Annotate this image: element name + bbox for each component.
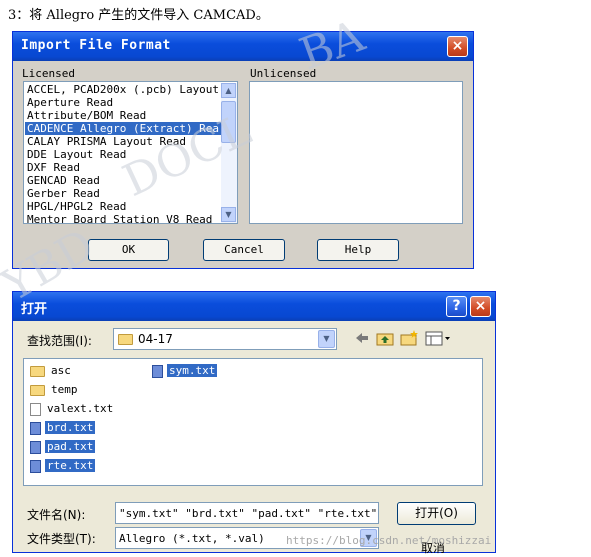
unlicensed-label: Unlicensed [250, 67, 317, 80]
file-name: valext.txt [47, 402, 114, 415]
list-item[interactable]: ACCEL, PCAD200x (.pcb) Layout [25, 83, 221, 96]
filename-input[interactable]: "sym.txt" "brd.txt" "pad.txt" "rte.txt" [115, 502, 379, 524]
licensed-list[interactable]: ACCEL, PCAD200x (.pcb) Layout Aperture Re… [23, 81, 238, 224]
list-item[interactable]: Mentor Board Station V8 Read [25, 213, 221, 223]
list-item[interactable]: asc [30, 363, 115, 379]
file-name: rte.txt [45, 459, 96, 472]
text-file-icon [152, 364, 163, 378]
list-item[interactable]: valext.txt [30, 401, 115, 417]
list-item[interactable]: brd.txt [30, 420, 115, 436]
file-name: pad.txt [45, 440, 96, 453]
close-button[interactable]: × [447, 36, 468, 57]
look-in-label: 查找范围(I): [27, 334, 92, 348]
list-item[interactable]: temp [30, 382, 115, 398]
close-button[interactable]: × [470, 296, 491, 317]
caption-text: 3：将 Allegro 产生的文件导入 CAMCAD。 [8, 8, 269, 23]
import-dialog-titlebar[interactable]: Import File Format × [13, 32, 473, 61]
chevron-down-icon[interactable]: ▼ [318, 330, 335, 348]
scroll-up-icon[interactable]: ▲ [221, 83, 236, 98]
list-item[interactable]: rte.txt [30, 458, 115, 474]
folder-icon [30, 365, 45, 377]
list-item[interactable]: DDE Layout Read [25, 148, 221, 161]
look-in-combo[interactable]: 04-17 ▼ [113, 328, 337, 350]
list-item[interactable]: DXF Read [25, 161, 221, 174]
list-item[interactable]: sym.txt [152, 363, 218, 379]
scroll-down-icon[interactable]: ▼ [221, 207, 236, 222]
file-name: temp [51, 383, 78, 396]
ok-button[interactable]: OK [88, 239, 169, 261]
import-dialog-title: Import File Format [21, 38, 171, 53]
list-item[interactable]: Aperture Read [25, 96, 221, 109]
list-item[interactable]: CADENCE Allegro (Extract) Rea [25, 122, 221, 135]
text-file-icon [30, 459, 41, 473]
up-folder-icon[interactable] [375, 329, 395, 347]
watermark-url: https://blog.csdn.net/moshizzai [286, 534, 492, 547]
unlicensed-list[interactable] [249, 81, 463, 224]
text-file-icon [30, 440, 41, 454]
open-dialog-title: 打开 [21, 302, 48, 317]
filename-value: "sym.txt" "brd.txt" "pad.txt" "rte.txt" [119, 507, 378, 520]
look-in-value: 04-17 [138, 332, 173, 346]
file-name: asc [51, 364, 71, 377]
list-item[interactable]: GENCAD Read [25, 174, 221, 187]
scroll-thumb[interactable] [221, 101, 236, 143]
folder-icon [30, 384, 45, 396]
list-item[interactable]: pad.txt [30, 439, 115, 455]
back-arrow-icon[interactable] [353, 329, 371, 347]
open-dialog-titlebar[interactable]: 打开 ? × [13, 292, 495, 321]
new-folder-icon[interactable] [399, 329, 419, 347]
file-name: sym.txt [167, 364, 218, 377]
import-file-format-dialog: Import File Format × Licensed Unlicensed… [12, 31, 474, 269]
text-file-icon [30, 402, 41, 416]
list-item[interactable]: HPGL/HPGL2 Read [25, 200, 221, 213]
open-button[interactable]: 打开(O) [397, 502, 476, 525]
help-button[interactable]: ? [446, 296, 467, 317]
file-name: brd.txt [45, 421, 96, 434]
folder-icon [118, 334, 133, 345]
licensed-scrollbar[interactable]: ▲ ▼ [221, 83, 237, 223]
file-list-view[interactable]: asc temp valext.txt brd.txt pad.txt rte.txt s… [23, 358, 483, 486]
text-file-icon [30, 421, 41, 435]
views-menu-icon[interactable] [424, 329, 452, 347]
filetype-label: 文件类型(T): [27, 532, 96, 546]
list-item[interactable]: CALAY PRISMA Layout Read [25, 135, 221, 148]
licensed-label: Licensed [22, 67, 75, 80]
filename-label: 文件名(N): [27, 508, 86, 522]
list-item[interactable]: Attribute/BOM Read [25, 109, 221, 122]
cancel-button[interactable]: Cancel [203, 239, 285, 261]
filetype-value: Allegro (*.txt, *.val) [119, 532, 265, 545]
help-button[interactable]: Help [317, 239, 399, 261]
list-item[interactable]: Gerber Read [25, 187, 221, 200]
open-file-dialog: 打开 ? × 查找范围(I): 04-17 ▼ asc temp valext.tx… [12, 291, 496, 555]
